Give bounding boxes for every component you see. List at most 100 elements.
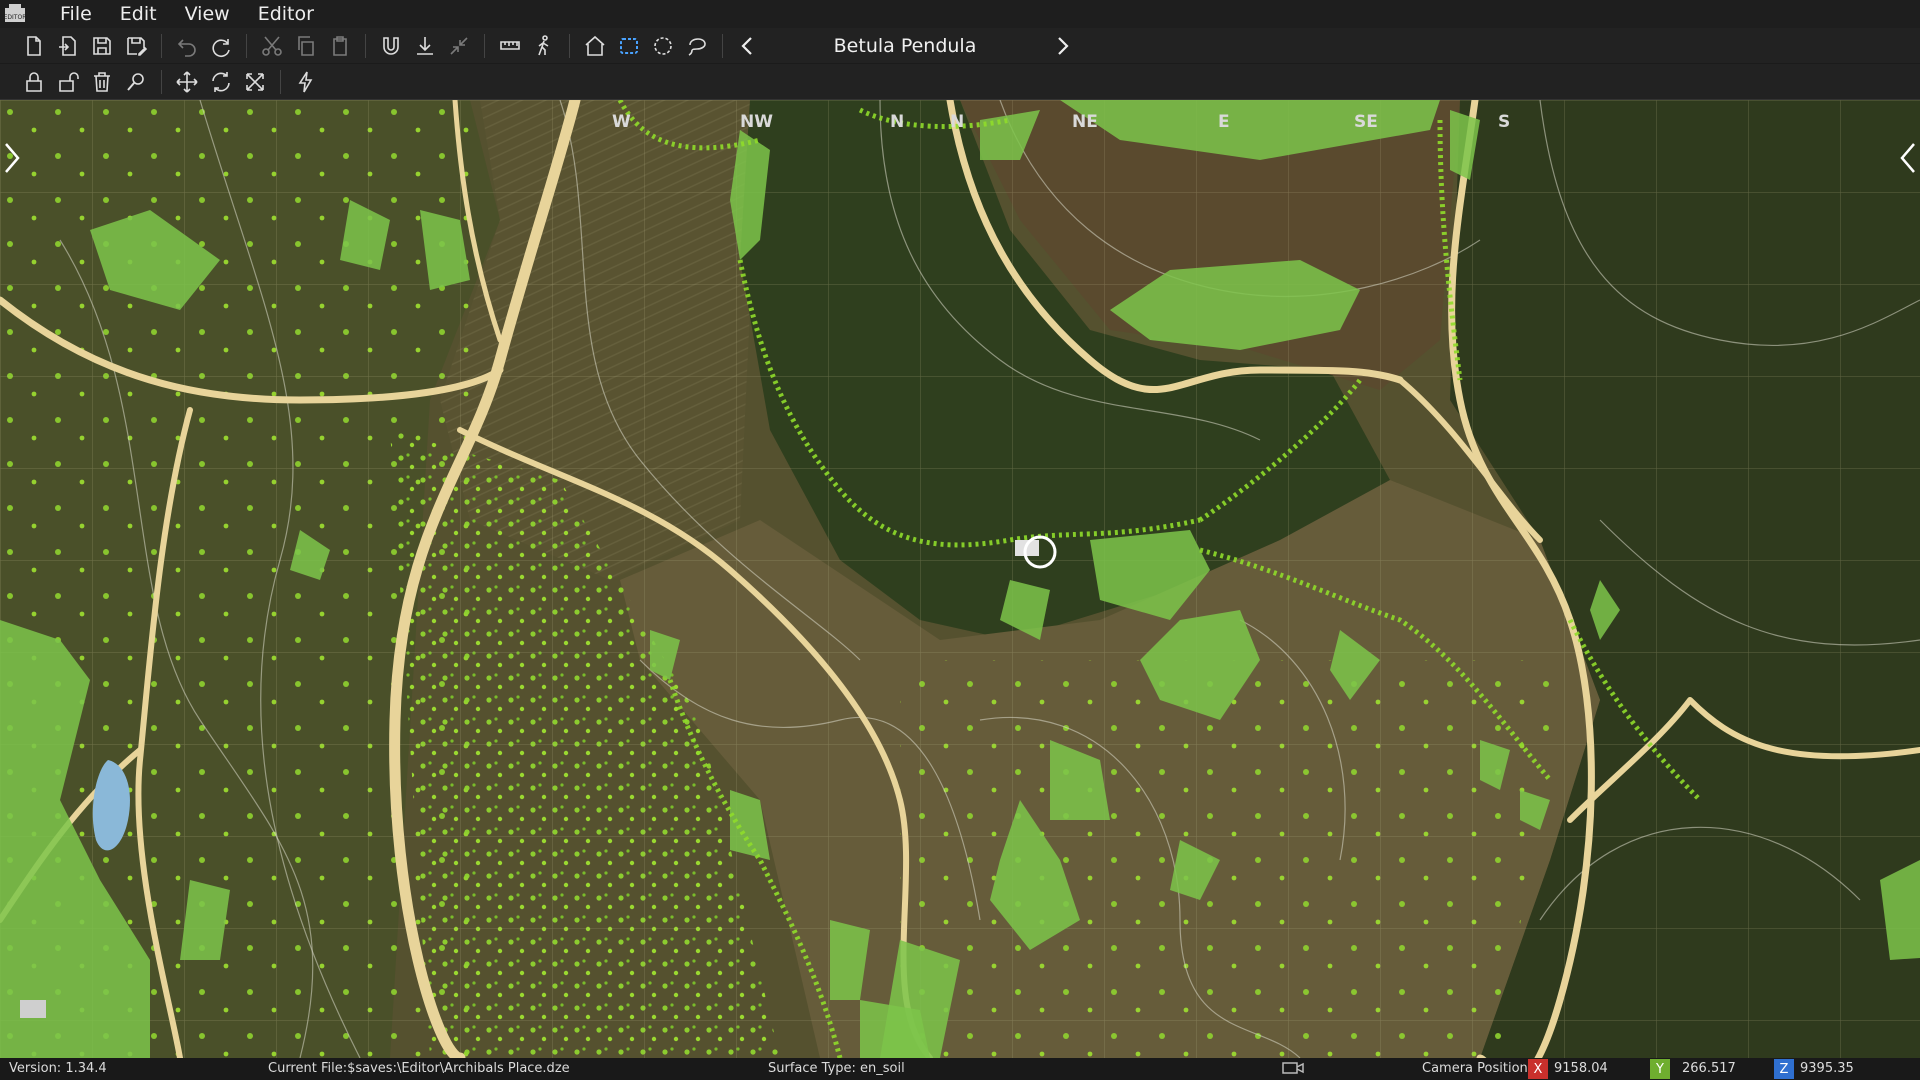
- rectangle-select-icon: [620, 37, 638, 54]
- circle-select-icon: [654, 36, 672, 55]
- move-arrows-icon: [176, 70, 198, 93]
- camera-y-value: 266.517: [1682, 1061, 1736, 1076]
- rotate-tool-button[interactable]: [207, 68, 235, 96]
- walking-person-icon: [538, 34, 549, 55]
- delete-button[interactable]: [88, 68, 116, 96]
- new-file-icon: [27, 35, 41, 56]
- menu-view[interactable]: View: [171, 0, 244, 28]
- collapse-button[interactable]: [445, 32, 473, 60]
- expand-left-panel-button[interactable]: [0, 138, 24, 178]
- toolbar-separator: [722, 33, 723, 58]
- toolbar-separator: [484, 33, 485, 58]
- map-viewport[interactable]: W NW N N NE E SE S: [0, 100, 1920, 1058]
- lock-icon: [26, 71, 42, 92]
- unlock-button[interactable]: [54, 68, 82, 96]
- save-icon: [93, 36, 111, 55]
- undo-icon: [177, 38, 196, 57]
- camera-position-label: Camera Position: [1422, 1061, 1528, 1076]
- save-button[interactable]: [88, 32, 116, 60]
- z-axis-badge: Z: [1774, 1059, 1794, 1079]
- copy-icon: [298, 35, 314, 56]
- collapse-icon: [450, 36, 468, 55]
- chevron-left-icon: [1900, 143, 1915, 173]
- svg-text:EDITOR: EDITOR: [4, 14, 27, 21]
- open-file-icon: [59, 35, 76, 56]
- lightning-icon: [298, 71, 313, 92]
- menu-edit[interactable]: Edit: [106, 0, 171, 28]
- snap-magnet-button[interactable]: [377, 32, 405, 60]
- drop-to-ground-button[interactable]: [411, 32, 439, 60]
- compass-label-s: S: [1498, 112, 1511, 132]
- expand-right-panel-button[interactable]: [1896, 138, 1920, 178]
- lock-button[interactable]: [20, 68, 48, 96]
- open-file-button[interactable]: [54, 32, 82, 60]
- lasso-icon: [688, 37, 706, 56]
- move-tool-button[interactable]: [173, 68, 201, 96]
- surface-type-label: Surface Type: en_soil: [768, 1061, 905, 1076]
- measure-button[interactable]: [496, 32, 524, 60]
- x-axis-badge: X: [1528, 1059, 1548, 1079]
- trash-icon: [94, 71, 110, 92]
- save-as-icon: [127, 36, 148, 56]
- redo-icon: [212, 38, 230, 57]
- toolbar-separator: [365, 33, 366, 58]
- toolbar-separator: [161, 33, 162, 58]
- drop-down-icon: [417, 36, 433, 55]
- paste-icon: [333, 35, 347, 56]
- copy-button[interactable]: [292, 32, 320, 60]
- next-object-button[interactable]: [1051, 31, 1075, 61]
- terrain-map[interactable]: [0, 100, 1920, 1058]
- chevron-left-icon: [741, 36, 752, 55]
- camera-x-value: 9158.04: [1554, 1061, 1608, 1076]
- object-navigator: Betula Pendula: [735, 28, 1075, 63]
- toolbar-secondary: [0, 64, 1920, 100]
- paste-button[interactable]: [326, 32, 354, 60]
- app-logo-icon: EDITOR: [2, 1, 28, 27]
- toolbar-separator: [161, 69, 162, 94]
- cut-button[interactable]: [258, 32, 286, 60]
- rotate-icon: [212, 71, 230, 92]
- menu-bar: EDITOR File Edit View Editor: [0, 0, 1920, 28]
- compass-label-e: E: [1218, 112, 1230, 132]
- compass-label-ne: NE: [1072, 112, 1098, 132]
- rectangle-select-button[interactable]: [615, 32, 643, 60]
- search-objects-button[interactable]: [122, 68, 150, 96]
- menu-file[interactable]: File: [46, 0, 106, 28]
- chevron-right-icon: [5, 143, 20, 173]
- magnet-icon: [383, 36, 399, 55]
- camera-icon: [1282, 1060, 1304, 1080]
- selected-object-name: Betula Pendula: [833, 34, 977, 57]
- compass-label-se: SE: [1354, 112, 1378, 132]
- previous-object-button[interactable]: [735, 31, 759, 61]
- status-bar: Version: 1.34.4 Current File:$saves:\Edi…: [0, 1058, 1920, 1080]
- toolbar-separator: [280, 69, 281, 94]
- undo-button[interactable]: [173, 32, 201, 60]
- menu-editor[interactable]: Editor: [244, 0, 328, 28]
- unlock-icon: [59, 71, 79, 92]
- redo-button[interactable]: [207, 32, 235, 60]
- compass-label-w: W: [612, 112, 631, 132]
- new-file-button[interactable]: [20, 32, 48, 60]
- compass-label-nw: NW: [740, 112, 773, 132]
- scale-tool-button[interactable]: [241, 68, 269, 96]
- ruler-icon: [500, 40, 520, 50]
- chevron-right-icon: [1058, 36, 1069, 55]
- search-icon: [127, 72, 144, 91]
- save-as-button[interactable]: [122, 32, 150, 60]
- compass-label-n-2: N: [950, 112, 965, 132]
- circle-select-button[interactable]: [649, 32, 677, 60]
- home-button[interactable]: [581, 32, 609, 60]
- toolbar-main: Betula Pendula: [0, 28, 1920, 63]
- compass-label-n: N: [890, 112, 905, 132]
- camera-z-value: 9395.35: [1800, 1061, 1854, 1076]
- y-axis-badge: Y: [1650, 1059, 1670, 1079]
- quick-action-button[interactable]: [292, 68, 320, 96]
- lasso-select-button[interactable]: [683, 32, 711, 60]
- current-file-label: Current File:$saves:\Editor\Archibals Pl…: [268, 1061, 570, 1076]
- walk-mode-button[interactable]: [530, 32, 558, 60]
- toolbar-separator: [246, 33, 247, 58]
- cut-icon: [262, 35, 282, 56]
- toolbar-separator: [569, 33, 570, 58]
- home-icon: [585, 35, 605, 56]
- scale-icon: [246, 72, 264, 91]
